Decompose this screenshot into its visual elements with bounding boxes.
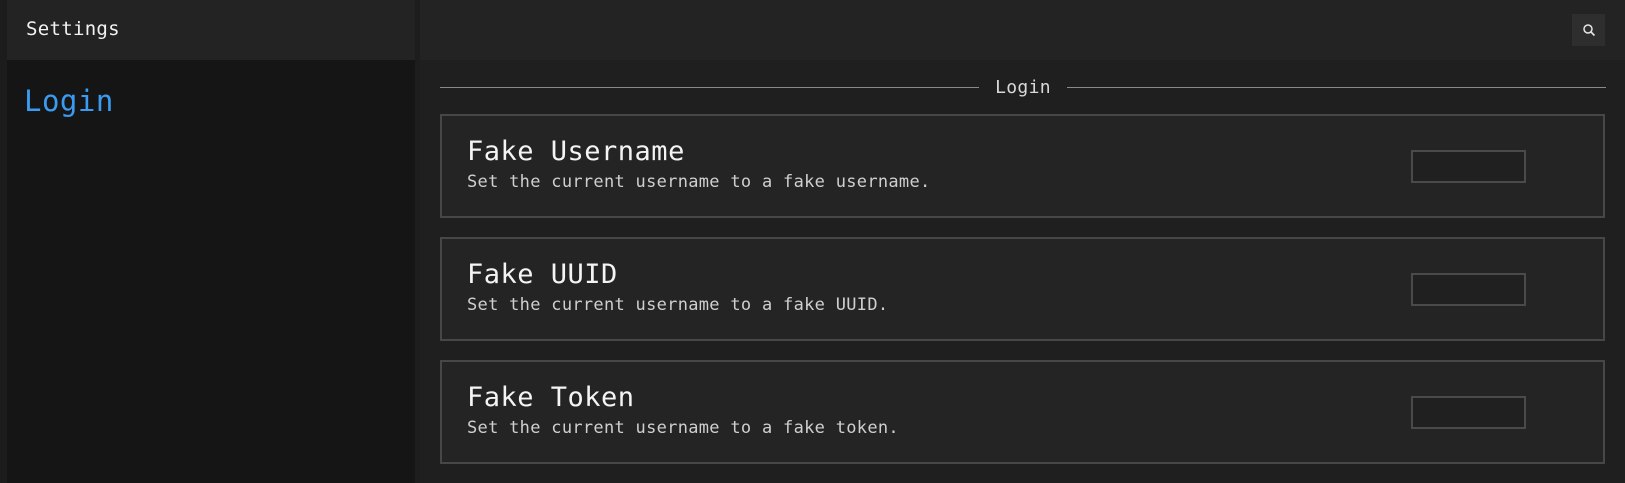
setting-title: Fake Token	[467, 382, 635, 413]
setting-description: Set the current username to a fake usern…	[467, 172, 931, 192]
setting-description: Set the current username to a fake UUID.	[467, 295, 889, 315]
search-icon	[1582, 24, 1595, 37]
main-panel: Login Fake Username Set the current user…	[420, 0, 1625, 483]
setting-title: Fake UUID	[467, 259, 618, 290]
section-line-right	[1066, 86, 1606, 88]
setting-card-fake-uuid: Fake UUID Set the current username to a …	[440, 237, 1605, 341]
fake-username-input[interactable]	[1411, 150, 1526, 183]
sidebar: Settings Login	[0, 0, 415, 483]
fake-token-input[interactable]	[1411, 396, 1526, 429]
settings-window: Settings Login Login Fake Username Set t…	[0, 0, 1625, 483]
setting-card-fake-token: Fake Token Set the current username to a…	[440, 360, 1605, 464]
sidebar-item-login[interactable]: Login	[24, 84, 114, 118]
section-header: Login	[440, 72, 1606, 102]
section-line-left	[440, 86, 980, 88]
sidebar-edge	[0, 0, 7, 483]
fake-uuid-input[interactable]	[1411, 273, 1526, 306]
topbar	[420, 0, 1625, 60]
search-button[interactable]	[1572, 14, 1605, 46]
setting-title: Fake Username	[467, 136, 685, 167]
setting-card-fake-username: Fake Username Set the current username t…	[440, 114, 1605, 218]
section-label: Login	[995, 76, 1051, 98]
setting-description: Set the current username to a fake token…	[467, 418, 899, 438]
sidebar-title: Settings	[26, 18, 120, 40]
sidebar-header: Settings	[7, 0, 415, 60]
